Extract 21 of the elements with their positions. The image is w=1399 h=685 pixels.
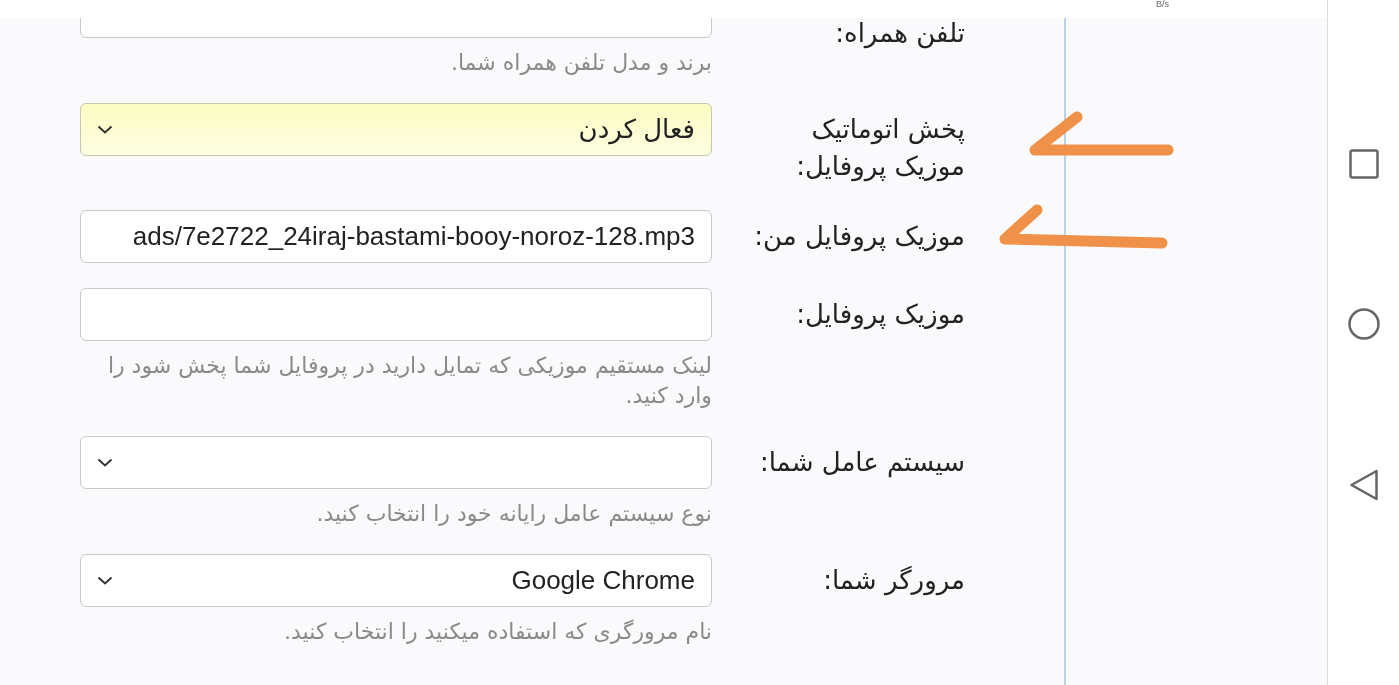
field-hint: برند و مدل تلفن همراه شما.	[449, 49, 712, 77]
back-icon[interactable]	[1348, 469, 1379, 501]
home-icon[interactable]	[1347, 308, 1380, 340]
text-field[interactable]	[80, 288, 712, 341]
text-field[interactable]: ads/7e2722_24iraj-bastami-booy-noroz-128.mp3	[80, 210, 712, 263]
field-label: تلفن همراه:	[834, 18, 965, 48]
chevron-icon	[97, 576, 113, 585]
dropdown[interactable]: فعال کردن	[80, 103, 712, 156]
chevron-icon	[97, 125, 113, 134]
field-label: موزیک پروفایل:	[795, 298, 965, 332]
recent-apps-icon[interactable]	[1348, 149, 1379, 179]
chevron-icon	[97, 458, 113, 467]
dropdown[interactable]: Google Chrome	[80, 554, 712, 607]
field-hint: لینک مستقیم موزیکی که تمایل دارید در پروفایل شما پخش شود را وارد کنید.	[106, 352, 712, 410]
field-hint: نوع سیستم عامل رایانه خود را انتخاب کنید.	[315, 500, 712, 529]
network-speed-text: B/s	[1156, 0, 1169, 9]
field-label: موزیک پروفایل من:	[753, 220, 965, 254]
field-label: سیستم عامل شما:	[758, 446, 965, 480]
field-label: پخش اتوماتیک موزیک پروفایل:	[795, 113, 965, 184]
field-hint: نام مرورگری که استفاده میکنید را انتخاب کنید.	[283, 618, 712, 646]
field-label: مرورگر شما:	[822, 564, 965, 598]
